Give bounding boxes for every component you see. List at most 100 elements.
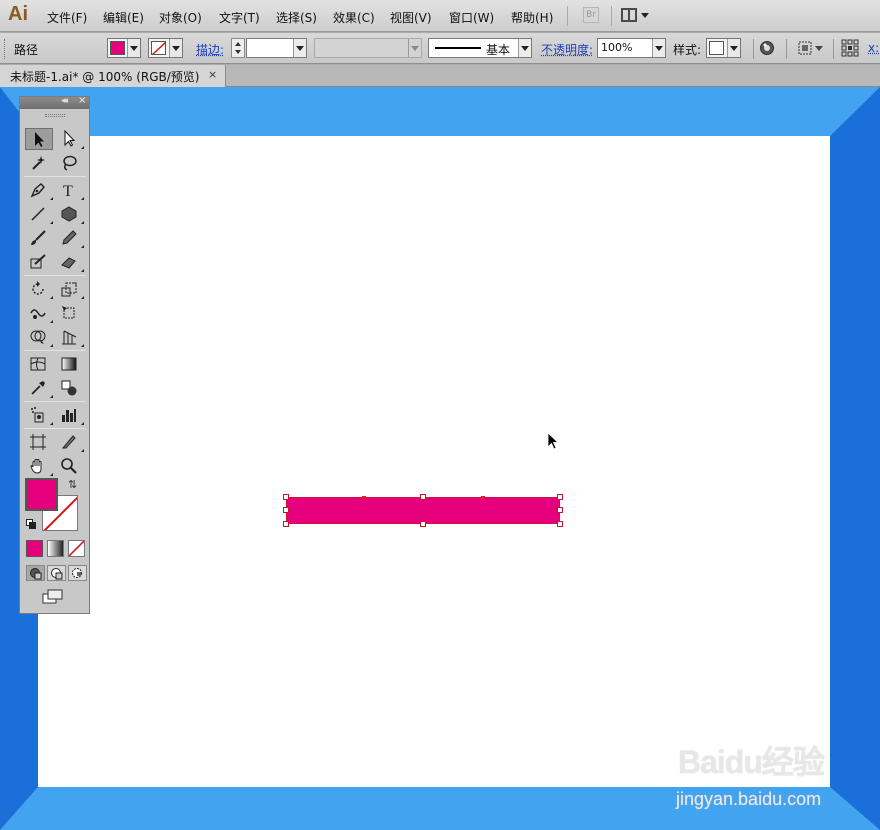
- stroke-color-dropdown[interactable]: [148, 38, 183, 58]
- align-options-button[interactable]: [797, 40, 825, 56]
- free-transform-tool[interactable]: [56, 302, 84, 324]
- selection-handle[interactable]: [557, 521, 563, 527]
- submenu-indicator: [81, 296, 84, 299]
- menu-window[interactable]: 窗口(W): [449, 9, 494, 26]
- menu-select[interactable]: 选择(S): [276, 9, 317, 26]
- anchor-point[interactable]: [362, 496, 366, 500]
- menu-file[interactable]: 文件(F): [47, 9, 87, 26]
- menu-effect[interactable]: 效果(C): [333, 9, 375, 26]
- tools-panel-header[interactable]: ◂◂ ×: [20, 95, 89, 109]
- selected-rectangle[interactable]: [286, 497, 560, 524]
- polygon-tool[interactable]: [56, 203, 84, 225]
- menu-help[interactable]: 帮助(H): [511, 9, 553, 26]
- opacity-link[interactable]: 不透明度:: [541, 41, 593, 58]
- app-logo: Ai: [8, 3, 28, 25]
- stroke-link[interactable]: 描边:: [196, 41, 224, 58]
- hand-tool[interactable]: [25, 455, 53, 477]
- draw-inside-button[interactable]: [68, 565, 87, 581]
- selection-handle[interactable]: [557, 507, 563, 513]
- draw-behind-button[interactable]: [47, 565, 66, 581]
- x-position-link[interactable]: x:: [868, 41, 879, 55]
- dropdown-arrow: [518, 39, 531, 57]
- zoom-tool[interactable]: [56, 455, 84, 477]
- close-icon[interactable]: ×: [78, 95, 86, 106]
- type-tool[interactable]: T: [56, 179, 84, 201]
- anchor-point[interactable]: [481, 496, 485, 500]
- default-fill-stroke-icon[interactable]: [26, 518, 36, 529]
- menu-edit[interactable]: 编辑(E): [103, 9, 144, 26]
- panel-grip[interactable]: [4, 39, 7, 59]
- shape-builder-icon: [30, 330, 46, 344]
- polygon-icon: [61, 206, 77, 222]
- pen-tool[interactable]: [25, 179, 53, 201]
- gradient-tool[interactable]: [56, 353, 84, 375]
- color-mode-button[interactable]: [26, 540, 43, 557]
- warp-tool[interactable]: [25, 302, 53, 324]
- canvas-workspace[interactable]: Baidu经验 jingyan.baidu.com: [0, 87, 880, 830]
- document-tab[interactable]: 未标题-1.ai* @ 100% (RGB/预览) ×: [0, 65, 226, 87]
- rotate-tool[interactable]: [25, 278, 53, 300]
- lasso-icon: [63, 155, 77, 171]
- fill-color-box[interactable]: [25, 478, 58, 511]
- document-tab-bar: 未标题-1.ai* @ 100% (RGB/预览) ×: [0, 65, 880, 87]
- mouse-cursor-icon: [547, 432, 560, 450]
- watermark-brand: Baidu经验: [678, 744, 825, 780]
- eraser-tool[interactable]: [56, 251, 84, 273]
- perspective-grid-tool[interactable]: [56, 326, 84, 348]
- menu-view[interactable]: 视图(V): [390, 9, 432, 26]
- selection-handle[interactable]: [283, 494, 289, 500]
- column-graph-tool[interactable]: [56, 404, 84, 426]
- svg-text:T: T: [63, 183, 73, 199]
- screen-mode-button[interactable]: [42, 589, 64, 605]
- reference-point-icon[interactable]: [841, 39, 859, 57]
- bridge-button[interactable]: Br: [583, 7, 599, 23]
- selection-handle[interactable]: [557, 494, 563, 500]
- scale-tool[interactable]: [56, 278, 84, 300]
- submenu-indicator: [50, 395, 53, 398]
- dropdown-arrow: [127, 39, 140, 57]
- selection-tool[interactable]: [25, 128, 53, 150]
- draw-normal-button[interactable]: [26, 565, 45, 581]
- line-tool[interactable]: [25, 203, 53, 225]
- stroke-weight-input[interactable]: [246, 38, 307, 58]
- direct-selection-tool[interactable]: [56, 128, 84, 150]
- artboard[interactable]: [38, 136, 830, 787]
- dropdown-arrow: [408, 39, 421, 57]
- selection-handle[interactable]: [420, 494, 426, 500]
- paintbrush-tool[interactable]: [25, 227, 53, 249]
- pencil-tool[interactable]: [56, 227, 84, 249]
- selection-handle[interactable]: [283, 507, 289, 513]
- stroke-weight-stepper[interactable]: [231, 38, 245, 58]
- selection-handle[interactable]: [283, 521, 289, 527]
- shape-builder-tool[interactable]: [25, 326, 53, 348]
- collapse-icon[interactable]: ◂◂: [61, 96, 68, 106]
- eyedropper-icon: [31, 381, 45, 395]
- mesh-tool[interactable]: [25, 353, 53, 375]
- lasso-tool[interactable]: [56, 152, 84, 174]
- chevron-down-icon: [130, 46, 138, 51]
- brush-definition-dropdown[interactable]: 基本: [428, 38, 532, 58]
- slice-tool[interactable]: [56, 431, 84, 453]
- graphic-style-dropdown[interactable]: [706, 38, 741, 58]
- artboard-tool[interactable]: [25, 431, 53, 453]
- menu-object[interactable]: 对象(O): [159, 9, 202, 26]
- close-icon[interactable]: ×: [208, 68, 217, 81]
- symbol-sprayer-tool[interactable]: [25, 404, 53, 426]
- opacity-input[interactable]: 100%: [597, 38, 666, 58]
- magic-wand-tool[interactable]: [25, 152, 53, 174]
- recolor-artwork-icon[interactable]: [759, 40, 775, 56]
- workspace-switcher-button[interactable]: [621, 7, 651, 25]
- selection-handle[interactable]: [420, 521, 426, 527]
- gradient-mode-button[interactable]: [47, 540, 64, 557]
- fill-color-dropdown[interactable]: [107, 38, 141, 58]
- blend-tool[interactable]: [56, 377, 84, 399]
- swap-fill-stroke-icon[interactable]: ⇅: [68, 478, 77, 491]
- menu-type[interactable]: 文字(T): [219, 9, 260, 26]
- opacity-value: 100%: [601, 41, 633, 54]
- blob-brush-tool[interactable]: [25, 251, 53, 273]
- panel-grip[interactable]: [45, 114, 65, 117]
- variable-width-dropdown[interactable]: [314, 38, 422, 58]
- eyedropper-tool[interactable]: [25, 377, 53, 399]
- brush-profile-label: 基本: [486, 43, 511, 57]
- none-mode-button[interactable]: [68, 540, 85, 557]
